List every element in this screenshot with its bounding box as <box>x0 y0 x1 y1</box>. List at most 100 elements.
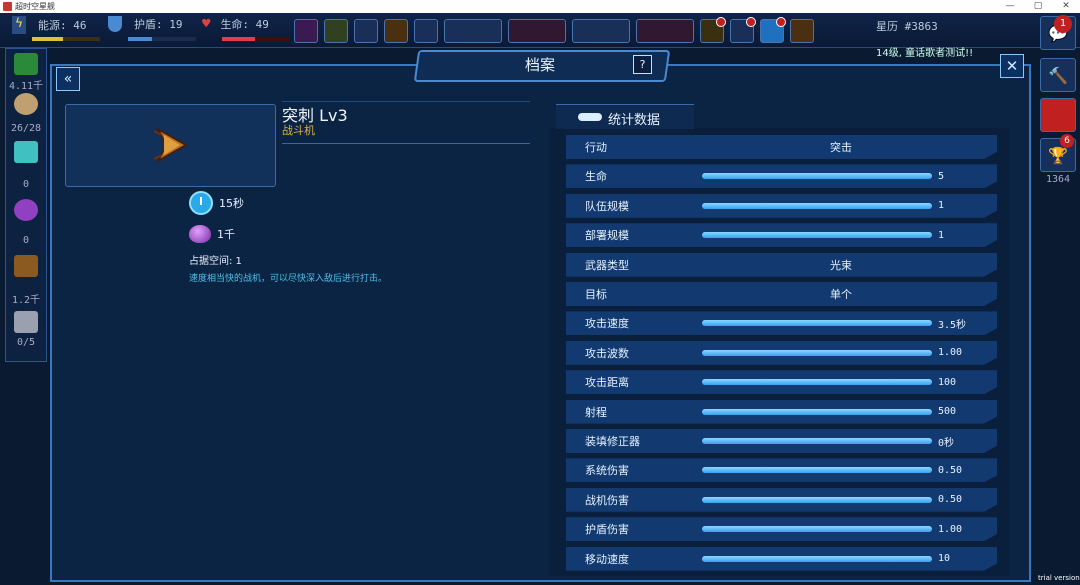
stat-value: 5 <box>938 170 945 182</box>
xp-icon[interactable] <box>324 19 348 43</box>
window-titlebar: 超时空星舰 — ▢ ✕ <box>0 0 1080 14</box>
orb-resource-icon[interactable] <box>294 19 318 43</box>
notice-text: 14级, 童话歌者测试!! <box>876 48 974 59</box>
stat-label: 系统伤害 <box>585 464 629 478</box>
ship-description: 速度相当快的战机，可以尽快深入敌后进行打击。 <box>189 274 388 284</box>
stat-bar <box>702 438 932 444</box>
twitter-icon[interactable] <box>760 17 786 43</box>
fleet-icon[interactable] <box>508 19 566 43</box>
panel-close-button[interactable]: ✕ <box>1000 54 1024 78</box>
stat-row: 系统伤害 0.50 <box>566 458 997 483</box>
lightning-icon: ϟ <box>12 16 26 34</box>
stat-bar-fill <box>702 202 932 209</box>
target-icon[interactable] <box>354 19 378 43</box>
stat-row: 武器类型 光束 <box>566 252 997 277</box>
stat-label: 队伍规模 <box>585 199 629 213</box>
crew-icon[interactable] <box>636 19 694 43</box>
stat-label: 射程 <box>585 405 607 419</box>
stat-label: 移动速度 <box>585 552 629 566</box>
minimize-button[interactable]: — <box>996 0 1024 13</box>
stat-label: 装填修正器 <box>585 435 640 448</box>
stat-value: 1.00 <box>938 347 963 359</box>
flag-icon[interactable] <box>1040 98 1076 132</box>
alert-dot <box>776 17 786 27</box>
stat-bar <box>702 379 932 386</box>
back-button[interactable]: « <box>56 67 80 91</box>
trial-watermark: trial version <box>1038 574 1080 582</box>
ship-class: 战斗机 <box>282 124 315 137</box>
build-time-row: 15秒 <box>189 191 244 215</box>
stat-row: 队伍规模 1 <box>566 193 997 218</box>
stat-bar-fill <box>702 173 932 180</box>
battery-icon <box>578 113 602 121</box>
achievement-icon[interactable] <box>730 17 756 43</box>
stat-row: 攻击距离 100 <box>566 370 997 395</box>
ship-preview <box>65 104 276 187</box>
stat-bar-fill <box>702 467 932 474</box>
stat-value: 0.50 <box>938 464 963 476</box>
settings-gear-icon[interactable] <box>414 19 438 43</box>
cost-row: 1千 <box>189 225 235 243</box>
alert-dot <box>716 17 726 27</box>
stat-value: 100 <box>938 376 957 388</box>
shop-icon[interactable] <box>790 19 814 43</box>
shield-icon <box>108 16 122 32</box>
face-icon[interactable] <box>700 17 726 43</box>
stat-label: 生命 <box>585 170 607 184</box>
stat-value: 1.00 <box>938 523 963 535</box>
cost-value: 1千 <box>217 228 235 241</box>
hammer-icon[interactable]: 🔨 <box>1040 58 1076 92</box>
stat-row: 目标 单个 <box>566 282 997 306</box>
stat-row: 移动速度 10 <box>566 546 997 571</box>
fighter-ship-icon <box>153 126 189 164</box>
stat-value: 500 <box>938 406 957 418</box>
health-stat: ♥ 生命: 49 <box>202 16 269 32</box>
mission-icon[interactable] <box>384 19 408 43</box>
help-button[interactable]: ? <box>633 55 652 74</box>
stat-bar-fill <box>702 526 932 533</box>
window-close-button[interactable]: ✕ <box>1052 0 1080 13</box>
stat-row: 生命 5 <box>566 164 997 189</box>
app-icon <box>3 2 12 11</box>
stat-row: 部署规模 1 <box>566 223 997 248</box>
notification-badge: 1 <box>1054 15 1072 33</box>
stat-bar <box>702 202 932 209</box>
crystal-icon <box>14 141 38 163</box>
trophy-badge: 6 <box>1060 134 1074 148</box>
tech-icon[interactable] <box>572 19 630 43</box>
stat-row: 战机伤害 0.50 <box>566 487 997 512</box>
crew-count: 26/28 <box>10 123 42 134</box>
right-rail: 💬 🔨 🏆 6 1364 <box>1036 16 1080 578</box>
cargo-box-icon <box>14 255 38 277</box>
maximize-button[interactable]: ▢ <box>1024 0 1052 13</box>
module-count: 0/5 <box>16 337 36 348</box>
shield-stat: 护盾: 19 <box>108 16 183 32</box>
panel-title: 档案 <box>524 56 555 74</box>
stat-label: 护盾伤害 <box>585 523 629 537</box>
crew-face-icon <box>14 93 38 115</box>
stat-bar-fill <box>702 555 932 562</box>
stat-row: 射程 500 <box>566 399 997 424</box>
stat-bar-fill <box>702 496 932 503</box>
left-resource-rail: 4.11千 26/28 0 0 1.2千 0/5 <box>5 48 47 362</box>
hud-icon-strip <box>294 17 814 43</box>
window-title: 超时空星舰 <box>15 2 55 11</box>
stat-bar-fill <box>702 379 932 386</box>
stat-row: 攻击速度 3.5秒 <box>566 311 997 336</box>
stat-bar <box>702 467 932 474</box>
crystal-count: 0 <box>22 179 30 190</box>
shield-bar-fill <box>128 37 152 41</box>
stat-value: 0.50 <box>938 494 963 506</box>
orb-count: 0 <box>22 235 30 246</box>
stat-value: 3.5秒 <box>938 319 967 331</box>
ship-slot-icon[interactable] <box>444 19 502 43</box>
stat-bar-fill <box>702 349 932 356</box>
energy-stat: ϟ 能源: 46 <box>12 16 87 34</box>
stat-label: 攻击速度 <box>585 317 629 331</box>
divider-line <box>282 101 530 102</box>
shield-label: 护盾: 19 <box>134 18 183 31</box>
energy-label: 能源: 46 <box>38 19 87 32</box>
stat-row: 行动 突击 <box>566 135 997 159</box>
alert-dot <box>746 17 756 27</box>
stat-bar-fill <box>702 408 932 415</box>
